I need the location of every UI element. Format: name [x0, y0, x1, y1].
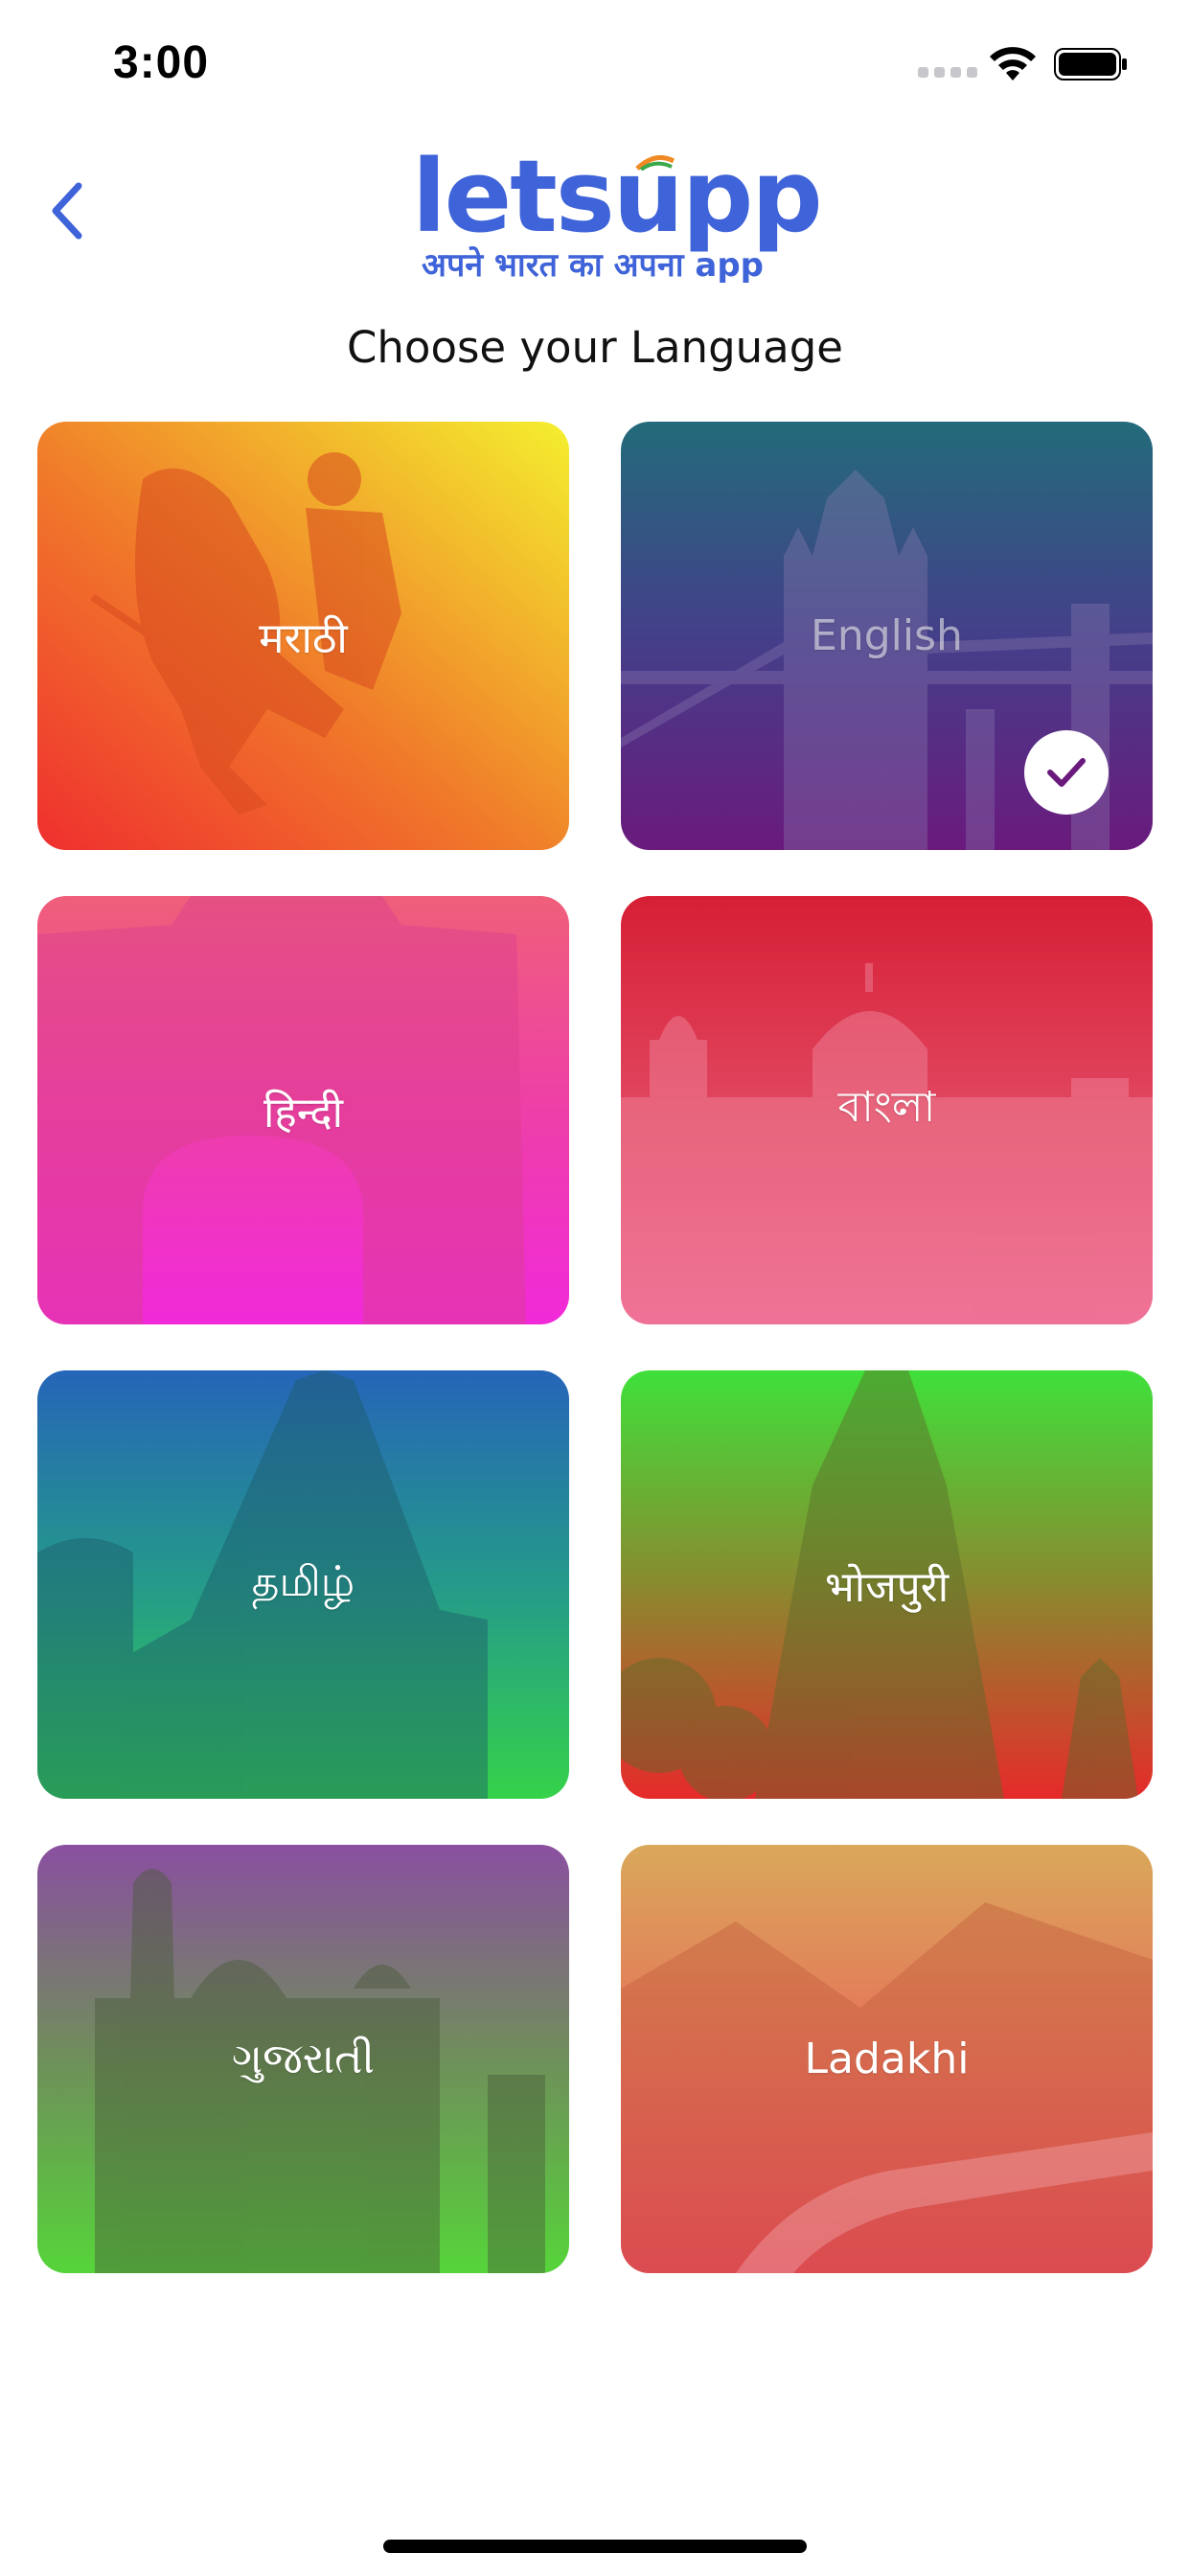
language-label: मराठी: [259, 613, 348, 663]
back-button[interactable]: [38, 172, 96, 249]
language-label: Ladakhi: [804, 2035, 970, 2083]
cellular-signal-icon: [918, 67, 977, 78]
home-indicator: [383, 2540, 807, 2553]
language-card-marathi[interactable]: मराठी: [37, 422, 569, 850]
language-label: हिन्दी: [263, 1088, 344, 1138]
language-card-english[interactable]: English: [621, 422, 1153, 850]
page-title: Choose your Language: [346, 322, 843, 373]
language-label: தமிழ்: [251, 1557, 355, 1606]
status-time: 3:00: [113, 37, 210, 88]
battery-icon: [1054, 48, 1127, 80]
language-card-bangla[interactable]: বাংলা: [621, 896, 1153, 1324]
language-card-tamil[interactable]: தமிழ்: [37, 1370, 569, 1799]
logo-wordmark: letsupp: [412, 138, 823, 255]
chevron-left-icon: [52, 182, 82, 240]
status-bar: 3:00: [0, 0, 1190, 126]
language-card-ladakhi[interactable]: Ladakhi: [621, 1845, 1153, 2273]
language-selection-screen: 3:00 letsupp अपने भारत का अपना app Choos…: [0, 0, 1190, 2576]
language-card-gujarati[interactable]: ગુજરાતી: [37, 1845, 569, 2273]
language-card-hindi[interactable]: हिन्दी: [37, 896, 569, 1324]
language-card-bhojpuri[interactable]: भोजपुरी: [621, 1370, 1153, 1799]
tricolor-accent-icon: [635, 155, 675, 171]
wifi-icon: [990, 47, 1036, 80]
language-label: ગુજરાતી: [231, 2035, 376, 2083]
logo-tagline: अपने भारत का अपना app: [422, 246, 765, 285]
selected-check-badge: [1024, 730, 1109, 815]
language-label: বাংলা: [837, 1083, 936, 1132]
checkmark-icon: [1047, 758, 1086, 787]
app-logo: letsupp अपने भारत का अपना app: [412, 134, 823, 288]
language-label: भोजपुरी: [824, 1562, 950, 1612]
